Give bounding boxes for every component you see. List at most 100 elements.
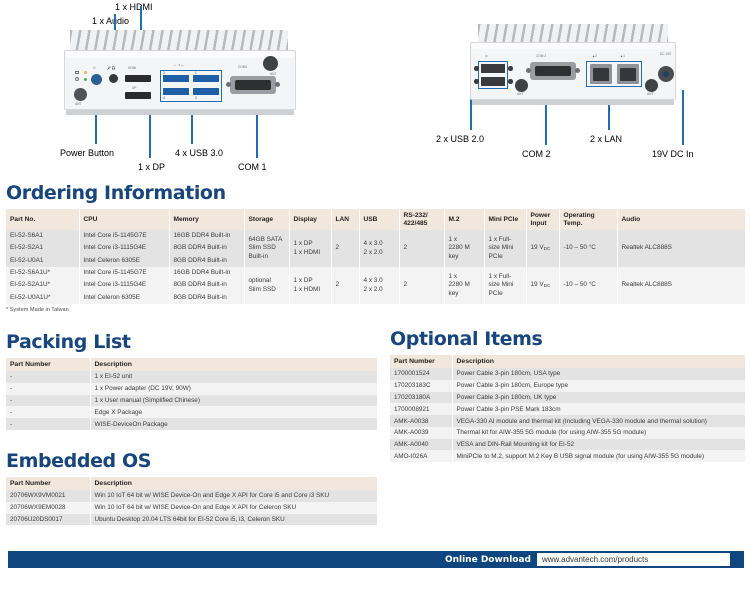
cell-memory: 8GB DDR4 Built-in xyxy=(169,291,245,305)
usb30-port-2[interactable] xyxy=(193,88,219,95)
storage-line2: Slim SSD xyxy=(248,285,276,293)
cell-cpu: Intel Celeron 6305E xyxy=(79,254,170,268)
col-rs232-line2: 422/485 xyxy=(403,219,428,227)
antenna-knob-rear-right xyxy=(645,79,658,92)
packing-list-section: Packing List Part Number Description - 1… xyxy=(6,333,378,430)
cell-part-number: AMO-I026A xyxy=(390,450,453,463)
storage-line1: 64GB SATA xyxy=(248,236,283,244)
cell-part-no: EI-52-U0A1 xyxy=(6,254,80,268)
display-line2: 1 x HDMI xyxy=(293,248,321,256)
minipcie-line3: PCIe xyxy=(488,252,503,260)
m2-line2: 2280 M xyxy=(448,244,470,252)
col-power-line1: Power xyxy=(530,212,551,219)
cell-description: Power Cable 3-pin 180cm, UK type xyxy=(452,391,746,404)
antenna-knob-right xyxy=(263,56,278,71)
online-download-url[interactable]: www.advantech.com/products xyxy=(537,553,730,566)
callout-label-com2: COM 2 xyxy=(522,149,551,159)
dp-port[interactable] xyxy=(125,92,151,99)
cell-memory: 16GB DDR4 Built-in xyxy=(169,230,245,243)
ordering-information-section: Ordering Information Part No. CPU Memory… xyxy=(6,184,746,313)
ordering-header-row: Part No. CPU Memory Storage Display LAN … xyxy=(6,209,746,231)
usb20-screw-bl xyxy=(474,79,479,84)
power-input-value: 19 V xyxy=(530,281,544,289)
cell-cpu: Intel Core i3-1115G4E xyxy=(79,279,170,292)
cell-minipcie: 1 x Full- size Mini PCIe xyxy=(484,267,527,305)
cell-description: Power Cable 3-pin PSE Mark 183cm xyxy=(452,403,746,416)
dc-in-jack-center xyxy=(663,71,669,77)
power-input-sub: DC xyxy=(543,283,551,289)
display-line2: 1 x HDMI xyxy=(293,285,321,293)
list-item: 20706WX9VM0021 Win 10 IoT 64 bit w/ WISE… xyxy=(6,490,378,502)
cell-display: 1 x DP 1 x HDMI xyxy=(289,230,332,268)
cell-storage: optional Slim SSD xyxy=(244,267,290,305)
col-memory: Memory xyxy=(169,209,245,231)
list-item: 20706U20DS0017 Ubuntu Desktop 20.04 LTS … xyxy=(6,513,378,526)
optional-items-section: Optional Items Part Number Description 1… xyxy=(390,328,746,463)
cell-part-number: - xyxy=(6,394,91,407)
callout-label-audio: 1 x Audio xyxy=(92,16,130,26)
optional-title: Optional Items xyxy=(390,328,543,350)
usb20-port-2[interactable] xyxy=(481,77,505,86)
hdmi-port[interactable] xyxy=(125,75,151,82)
usb20-screw-tl xyxy=(474,66,479,71)
list-item: AMK-A0039 Thermal kit for AIW-355 5G mod… xyxy=(390,426,746,439)
silk-label-ant-rear-right: ANT xyxy=(647,92,654,96)
list-item: - 1 x EI-52 unit xyxy=(6,371,378,383)
usb20-screw-tr xyxy=(508,66,513,71)
usb-line2: 2 x 2.0 xyxy=(363,248,383,256)
usb30-port-4[interactable] xyxy=(163,88,189,95)
lan-port-2-inner xyxy=(593,68,609,81)
storage-line2: Slim SSD xyxy=(248,244,276,252)
callout-label-dcin: 19V DC In xyxy=(652,149,694,159)
cell-lan: 2 xyxy=(331,230,360,268)
list-item: - 1 x Power adapter (DC 19V, 90W) xyxy=(6,382,378,395)
cell-memory: 8GB DDR4 Built-in xyxy=(169,242,245,255)
cell-minipcie: 1 x Full- size Mini PCIe xyxy=(484,230,527,268)
footer-bar: Online Download www.advantech.com/produc… xyxy=(8,551,744,568)
col-part-number: Part Number xyxy=(390,355,453,368)
usb30-port-1[interactable] xyxy=(193,75,219,82)
silk-usb-2: 2 xyxy=(195,96,197,100)
col-part-number: Part Number xyxy=(6,358,91,371)
col-cpu: CPU xyxy=(79,209,170,231)
usb30-port-3[interactable] xyxy=(163,75,189,82)
com2-screw-left xyxy=(526,68,531,73)
cell-part-number: - xyxy=(6,382,91,395)
usb20-port-1[interactable] xyxy=(481,64,505,73)
callout-label-dp: 1 x DP xyxy=(138,162,166,172)
cell-part-number: 20706U20DS0017 xyxy=(6,513,91,526)
cell-description: 1 x EI-52 unit xyxy=(90,371,378,383)
chassis-rear: ⮆ COM 2 ANT ▲2 ▲1 ANT DC 19V xyxy=(440,24,680,114)
cell-part-no: EI-52-S6A1 xyxy=(6,230,80,243)
silk-usb-4: 4 xyxy=(163,96,165,100)
cell-description: Win 10 IoT 64 bit w/ WISE Device-On and … xyxy=(90,490,378,502)
antenna-knob-left xyxy=(74,88,87,101)
cell-description: Power Cable 3-pin 180cm, Europe type xyxy=(452,379,746,392)
audio-jack[interactable] xyxy=(109,74,118,83)
silk-label-ant-rear-left: ANT xyxy=(517,92,524,96)
cell-description: MiniPCIe to M.2, support M.2 Key B USB s… xyxy=(452,450,746,463)
storage-line1: optional xyxy=(248,277,271,285)
product-figure-front: 1 x HDMI 1 x Audio Power Button 1 x DP 4… xyxy=(60,2,350,179)
silk-usb-1: 1 xyxy=(195,70,197,75)
cell-part-number: AMK-A0038 xyxy=(390,415,453,427)
chassis-front: ANT ⏻ 🎤 🎧 HDMI DP ⟜ ⮆ ⟝ 3 1 4 2 COM1 ANT xyxy=(60,30,300,120)
power-button[interactable] xyxy=(91,74,102,85)
callout-label-hdmi: 1 x HDMI xyxy=(115,2,153,12)
cell-rs232: 2 xyxy=(399,230,445,268)
cell-description: Win 10 IoT 64 bit w/ WISE Device-On and … xyxy=(90,501,378,514)
leader-line-dcin xyxy=(682,90,684,145)
online-download-label: Online Download xyxy=(444,554,531,565)
usb-line1: 4 x 3.0 xyxy=(363,240,383,248)
storage-line3: Built-in xyxy=(248,252,269,260)
silk-label-dp: DP xyxy=(132,86,137,90)
list-item: - 1 x User manual (Simplified Chinese) xyxy=(6,394,378,407)
packing-table: Part Number Description - 1 x EI-52 unit… xyxy=(6,358,378,430)
cell-description: Ubuntu Desktop 20.04 LTS 64bit for EI-52… xyxy=(90,513,378,526)
list-item: 1700008921 Power Cable 3-pin PSE Mark 18… xyxy=(390,403,746,416)
list-item: AMO-I026A MiniPCIe to M.2, support M.2 K… xyxy=(390,450,746,463)
com1-screw-right xyxy=(275,82,280,87)
col-display: Display xyxy=(289,209,332,231)
cell-operating-temp: -10 – 50 °C xyxy=(559,230,618,268)
cell-part-number: 20706WX9VM0021 xyxy=(6,490,91,502)
